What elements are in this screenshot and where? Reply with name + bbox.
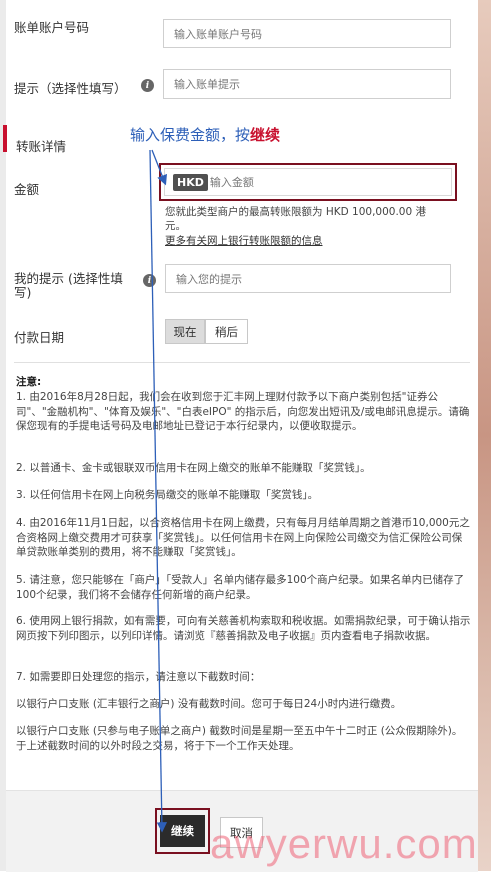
annotation-arrows xyxy=(149,149,168,833)
arrow-to-amount xyxy=(151,149,167,186)
arrow-to-continue xyxy=(149,149,168,833)
